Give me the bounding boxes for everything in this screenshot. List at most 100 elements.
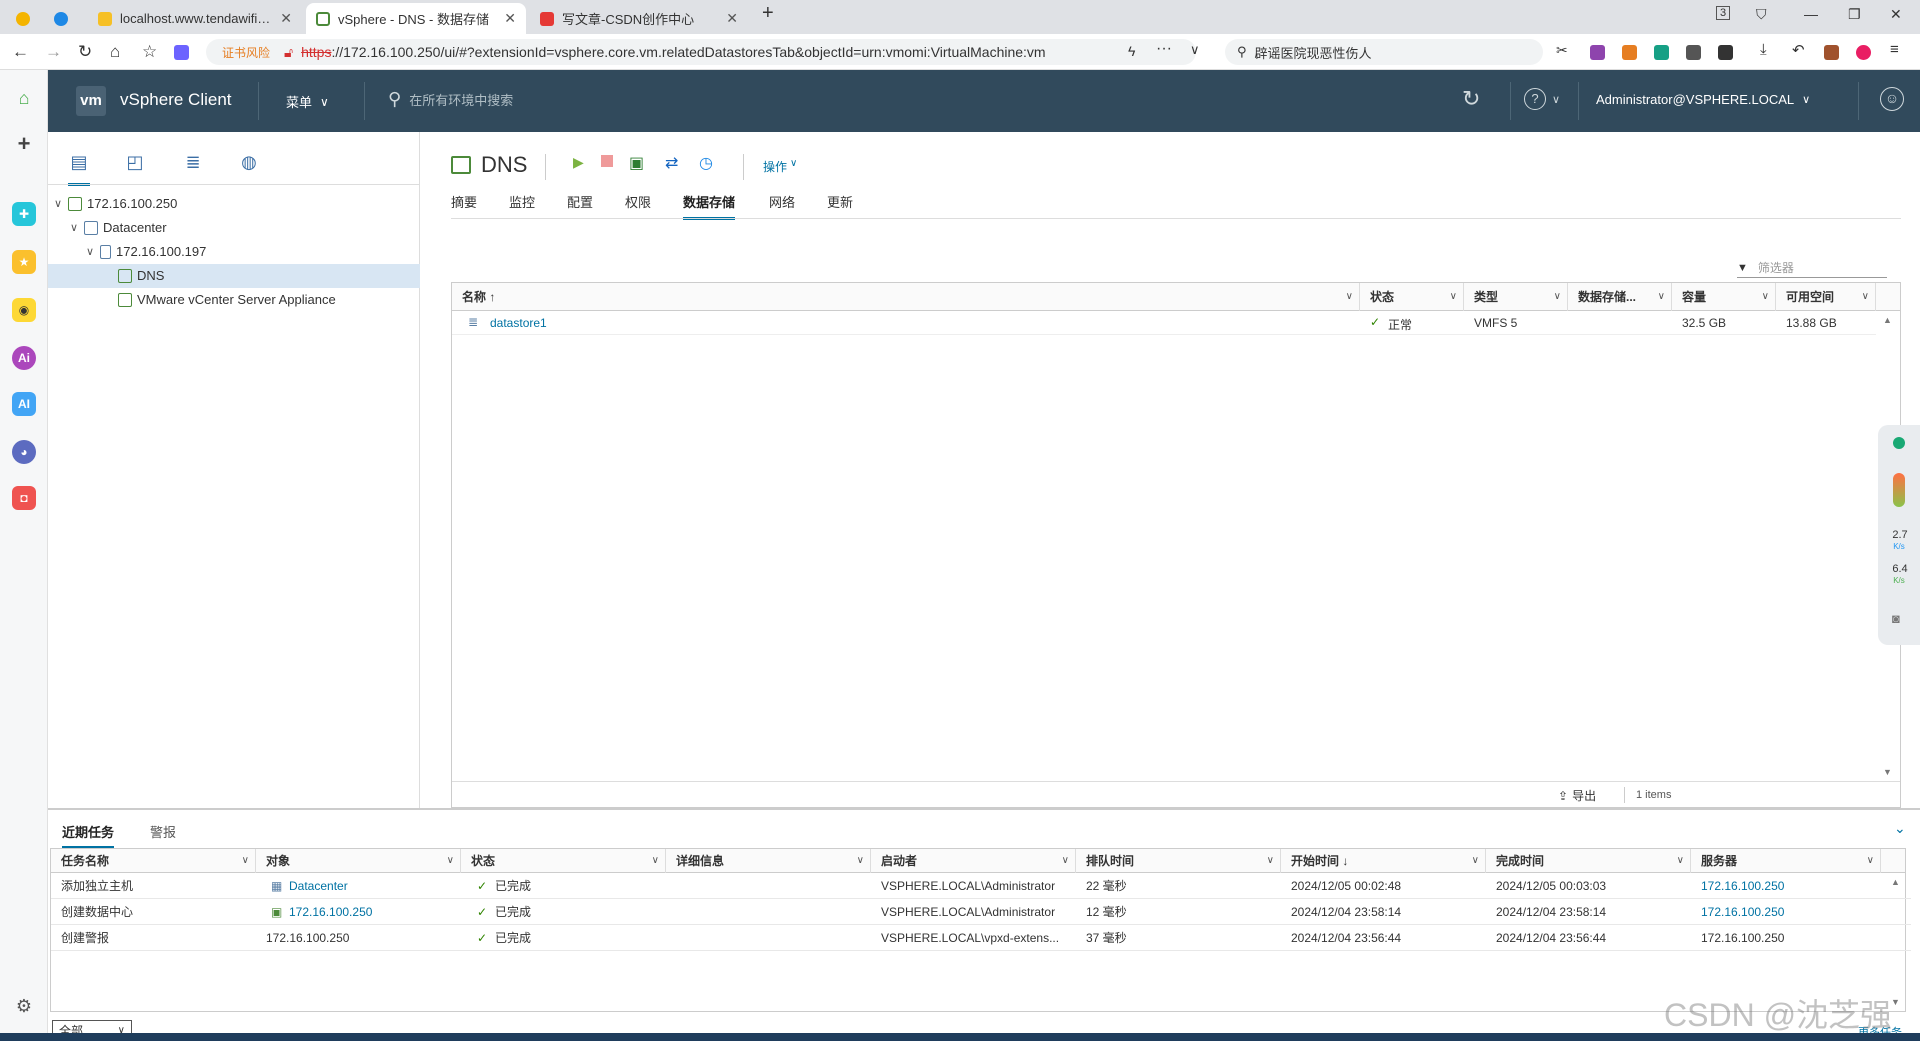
- collapse-panel-icon[interactable]: ⌄: [1894, 820, 1906, 837]
- column-header-start[interactable]: 开始时间 ↓ ∨: [1281, 849, 1486, 873]
- briefcase-icon[interactable]: [1824, 45, 1839, 60]
- vms-templates-icon[interactable]: ◰: [124, 152, 146, 174]
- column-header-cluster[interactable]: 数据存储... ∨: [1568, 283, 1672, 311]
- browser-tab-tenda[interactable]: localhost.www.tendawifi.com ✕: [88, 3, 302, 34]
- puzzle-icon[interactable]: [1718, 45, 1733, 60]
- feedback-smiley-icon[interactable]: ☺: [1880, 87, 1904, 111]
- tab-monitor[interactable]: 监控: [509, 192, 535, 211]
- tab-counter[interactable]: 3: [1716, 6, 1731, 20]
- tab-networks[interactable]: 网络: [769, 192, 795, 211]
- chat-app-icon[interactable]: ◉: [12, 298, 36, 322]
- tab-datastores[interactable]: 数据存储: [683, 192, 736, 220]
- close-icon[interactable]: ✕: [280, 10, 292, 27]
- colorful-extension-icon[interactable]: [1856, 45, 1871, 60]
- tree-node-dns[interactable]: DNS: [48, 264, 420, 288]
- tab-alarms[interactable]: 警报: [150, 822, 176, 841]
- column-header-status[interactable]: 状态 ∨: [1360, 283, 1464, 311]
- column-header-capacity[interactable]: 容量 ∨: [1672, 283, 1776, 311]
- tab-configure[interactable]: 配置: [567, 192, 593, 211]
- tree-node-vcsa[interactable]: VMware vCenter Server Appliance: [118, 288, 336, 312]
- console-icon[interactable]: ▣: [629, 153, 644, 173]
- column-header-end[interactable]: 完成时间 ∨: [1486, 849, 1691, 873]
- settings-icon[interactable]: ⚙: [12, 994, 36, 1018]
- hosts-clusters-icon[interactable]: ▤: [68, 152, 90, 186]
- column-header-type[interactable]: 类型 ∨: [1464, 283, 1568, 311]
- scroll-up-icon[interactable]: ▲: [1883, 315, 1892, 325]
- close-window-icon[interactable]: ✕: [1890, 6, 1902, 23]
- restore-icon[interactable]: ❐: [1848, 6, 1861, 23]
- ai-blue-app-icon[interactable]: AI: [12, 392, 36, 416]
- snapshot-icon[interactable]: ◷: [699, 153, 713, 173]
- table-row[interactable]: 创建数据中心 ▣ 172.16.100.250 ✓ 已完成 VSPHERE.LO…: [51, 899, 1911, 925]
- camera-icon[interactable]: ◙: [1892, 611, 1900, 626]
- browser-tab-profile[interactable]: [6, 3, 40, 34]
- filter-field[interactable]: ▼ 筛选器: [1737, 258, 1887, 278]
- tree-node-datacenter[interactable]: ∨ Datacenter: [70, 216, 167, 240]
- ai-app-icon[interactable]: Ai: [12, 346, 36, 370]
- column-header-name[interactable]: 名称 ↑ ∨: [452, 283, 1360, 311]
- extension-green-icon[interactable]: [1654, 45, 1669, 60]
- tab-updates[interactable]: 更新: [827, 192, 853, 211]
- browser-search-field[interactable]: ⚲ 辟谣医院现恶性伤人: [1225, 39, 1543, 65]
- table-row[interactable]: 添加独立主机 ▦ Datacenter ✓ 已完成 VSPHERE.LOCAL\…: [51, 873, 1911, 899]
- scroll-down-icon[interactable]: ▼: [1891, 997, 1900, 1007]
- user-menu[interactable]: Administrator@VSPHERE.LOCAL ∨: [1596, 92, 1810, 107]
- tree-node-host[interactable]: ∨ 172.16.100.197: [86, 240, 206, 264]
- extension-purple-icon[interactable]: [1590, 45, 1605, 60]
- column-header-object[interactable]: 对象 ∨: [256, 849, 461, 873]
- scissors-icon[interactable]: ✂: [1556, 42, 1571, 58]
- url-field[interactable]: 证书风险 🔓︎ https ://172.16.100.250/ui/#?ext…: [206, 39, 1196, 65]
- table-row[interactable]: ≣ datastore1 ✓ 正常 VMFS 5 32.5 GB 13.88 G…: [452, 311, 1876, 335]
- forward-icon[interactable]: →: [45, 42, 62, 62]
- task-object-link[interactable]: Datacenter: [289, 873, 348, 899]
- tab-recent-tasks[interactable]: 近期任务: [62, 822, 115, 849]
- ai-extension-icon[interactable]: [174, 45, 189, 60]
- table-row[interactable]: 创建警报 172.16.100.250 ✓ 已完成 VSPHERE.LOCAL\…: [51, 925, 1911, 951]
- tab-summary[interactable]: 摘要: [451, 192, 477, 211]
- column-header-task-name[interactable]: 任务名称 ∨: [51, 849, 256, 873]
- star-app-icon[interactable]: ★: [12, 250, 36, 274]
- column-header-initiator[interactable]: 启动者 ∨: [871, 849, 1076, 873]
- back-icon[interactable]: ←: [12, 42, 29, 62]
- performance-widget[interactable]: 2.7 K/s 6.4 K/s ◙: [1878, 425, 1920, 645]
- menu-button[interactable]: 菜单 ∨: [286, 92, 329, 111]
- more-icon[interactable]: ···: [1156, 40, 1172, 58]
- power-on-icon[interactable]: ▶: [573, 154, 584, 171]
- reload-icon[interactable]: ↻: [78, 42, 92, 62]
- column-header-details[interactable]: 详细信息 ∨: [666, 849, 871, 873]
- chevron-down-icon[interactable]: ∨: [70, 216, 84, 240]
- column-header-free[interactable]: 可用空间 ∨: [1776, 283, 1876, 311]
- export-button[interactable]: ⇪ 导出: [1558, 787, 1596, 804]
- vmware-logo[interactable]: vm: [76, 86, 106, 116]
- migrate-icon[interactable]: ⇄: [665, 153, 678, 173]
- extension-box-icon[interactable]: [1686, 45, 1701, 60]
- minimize-icon[interactable]: —: [1804, 6, 1818, 22]
- column-header-queued[interactable]: 排队时间 ∨: [1076, 849, 1281, 873]
- close-icon[interactable]: ✕: [504, 10, 516, 27]
- datastore-link[interactable]: datastore1: [490, 316, 547, 330]
- hamburger-menu-icon[interactable]: ≡: [1890, 41, 1905, 58]
- storage-icon[interactable]: ≣: [182, 152, 204, 174]
- new-tab-icon[interactable]: +: [762, 2, 774, 25]
- task-server-link[interactable]: 172.16.100.250: [1701, 873, 1784, 899]
- lightning-icon[interactable]: ϟ: [1128, 43, 1135, 59]
- column-header-server[interactable]: 服务器 ∨: [1691, 849, 1881, 873]
- scroll-up-icon[interactable]: ▲: [1891, 877, 1900, 887]
- extension-orange-icon[interactable]: [1622, 45, 1637, 60]
- power-off-icon[interactable]: [601, 155, 613, 167]
- tab-permissions[interactable]: 权限: [625, 192, 651, 211]
- browser-tab-pinned[interactable]: [44, 3, 84, 34]
- app-plus-icon[interactable]: ✚: [12, 202, 36, 226]
- robot-app-icon[interactable]: ◕: [12, 440, 36, 464]
- browser-tab-csdn[interactable]: 写文章-CSDN创作中心 ✕: [530, 3, 748, 34]
- scroll-down-icon[interactable]: ▼: [1883, 767, 1892, 777]
- chevron-down-icon[interactable]: ∨: [1190, 42, 1200, 58]
- security-warning[interactable]: 证书风险: [222, 44, 270, 61]
- networking-icon[interactable]: ◍: [238, 152, 260, 174]
- column-header-status[interactable]: 状态 ∨: [461, 849, 666, 873]
- home-icon[interactable]: ⌂: [110, 42, 120, 62]
- chevron-down-icon[interactable]: ∨: [54, 192, 68, 216]
- app-title[interactable]: vSphere Client: [120, 90, 232, 110]
- task-server-link[interactable]: 172.16.100.250: [1701, 899, 1784, 925]
- help-button[interactable]: ? ∨: [1524, 88, 1560, 110]
